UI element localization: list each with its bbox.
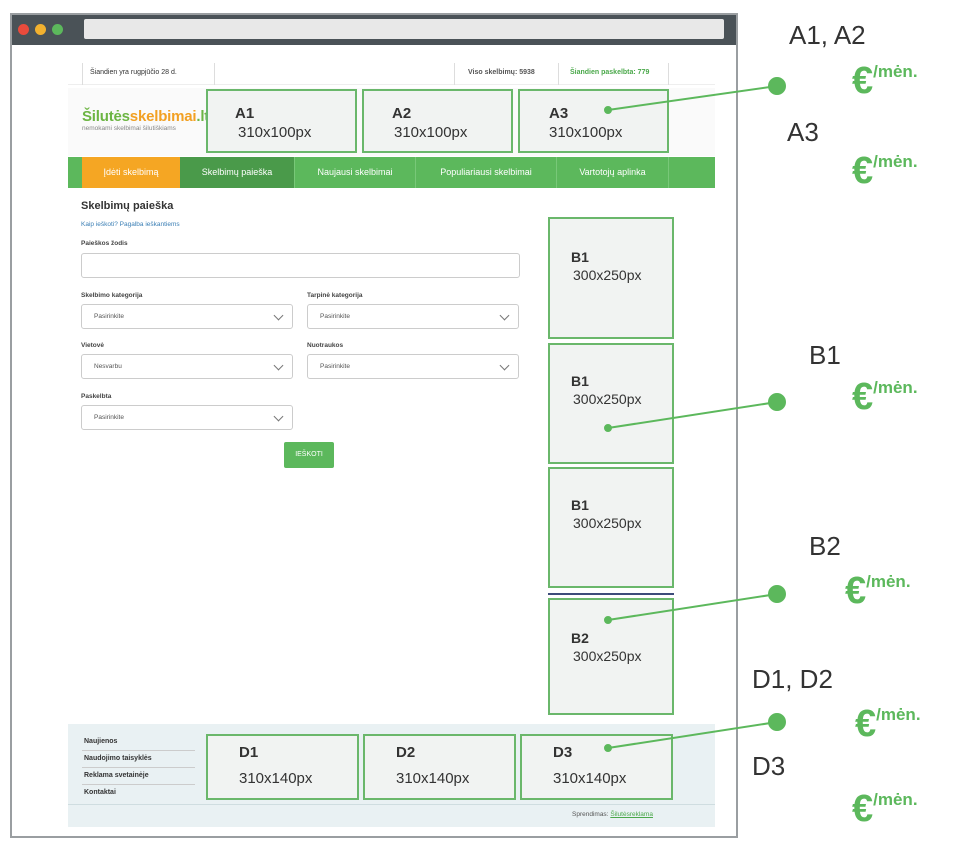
annotation-a3: A3 [787, 117, 819, 147]
connector-b1 [607, 401, 778, 429]
connector-lines [604, 77, 786, 752]
connector-dot-start [604, 616, 612, 624]
price-b1: €/mėn. [852, 376, 918, 419]
per-month-label: /mėn. [873, 152, 918, 171]
connector-a [607, 85, 778, 111]
price-d1-d2: €/mėn. [855, 703, 921, 746]
connector-dot-end [768, 393, 786, 411]
connector-dot-end [768, 77, 786, 95]
euro-icon: € [845, 570, 867, 612]
price-a1-a2: €/mėn. [852, 60, 918, 103]
euro-icon: € [852, 60, 874, 102]
per-month-label: /mėn. [873, 378, 918, 397]
annotation-b1: B1 [809, 340, 841, 370]
annotation-d3: D3 [752, 751, 786, 781]
euro-icon: € [852, 788, 874, 830]
per-month-label: /mėn. [873, 62, 918, 81]
annotation-b2: B2 [809, 531, 841, 561]
connector-dot-start [604, 106, 612, 114]
connector-dot-end [768, 713, 786, 731]
connector-dot-end [768, 585, 786, 603]
euro-icon: € [852, 376, 874, 418]
annotation-a1-a2: A1, A2 [789, 20, 866, 50]
connector-b2 [607, 593, 778, 621]
per-month-label: /mėn. [873, 790, 918, 809]
per-month-label: /mėn. [876, 705, 921, 724]
connector-dot-start [604, 744, 612, 752]
price-a3: €/mėn. [852, 150, 918, 193]
per-month-label: /mėn. [866, 572, 911, 591]
price-b2: €/mėn. [845, 570, 911, 613]
annotation-d1-d2: D1, D2 [752, 664, 833, 694]
connector-dot-start [604, 424, 612, 432]
euro-icon: € [855, 703, 877, 745]
price-d3: €/mėn. [852, 788, 918, 831]
euro-icon: € [852, 150, 874, 192]
connector-d [607, 721, 778, 749]
